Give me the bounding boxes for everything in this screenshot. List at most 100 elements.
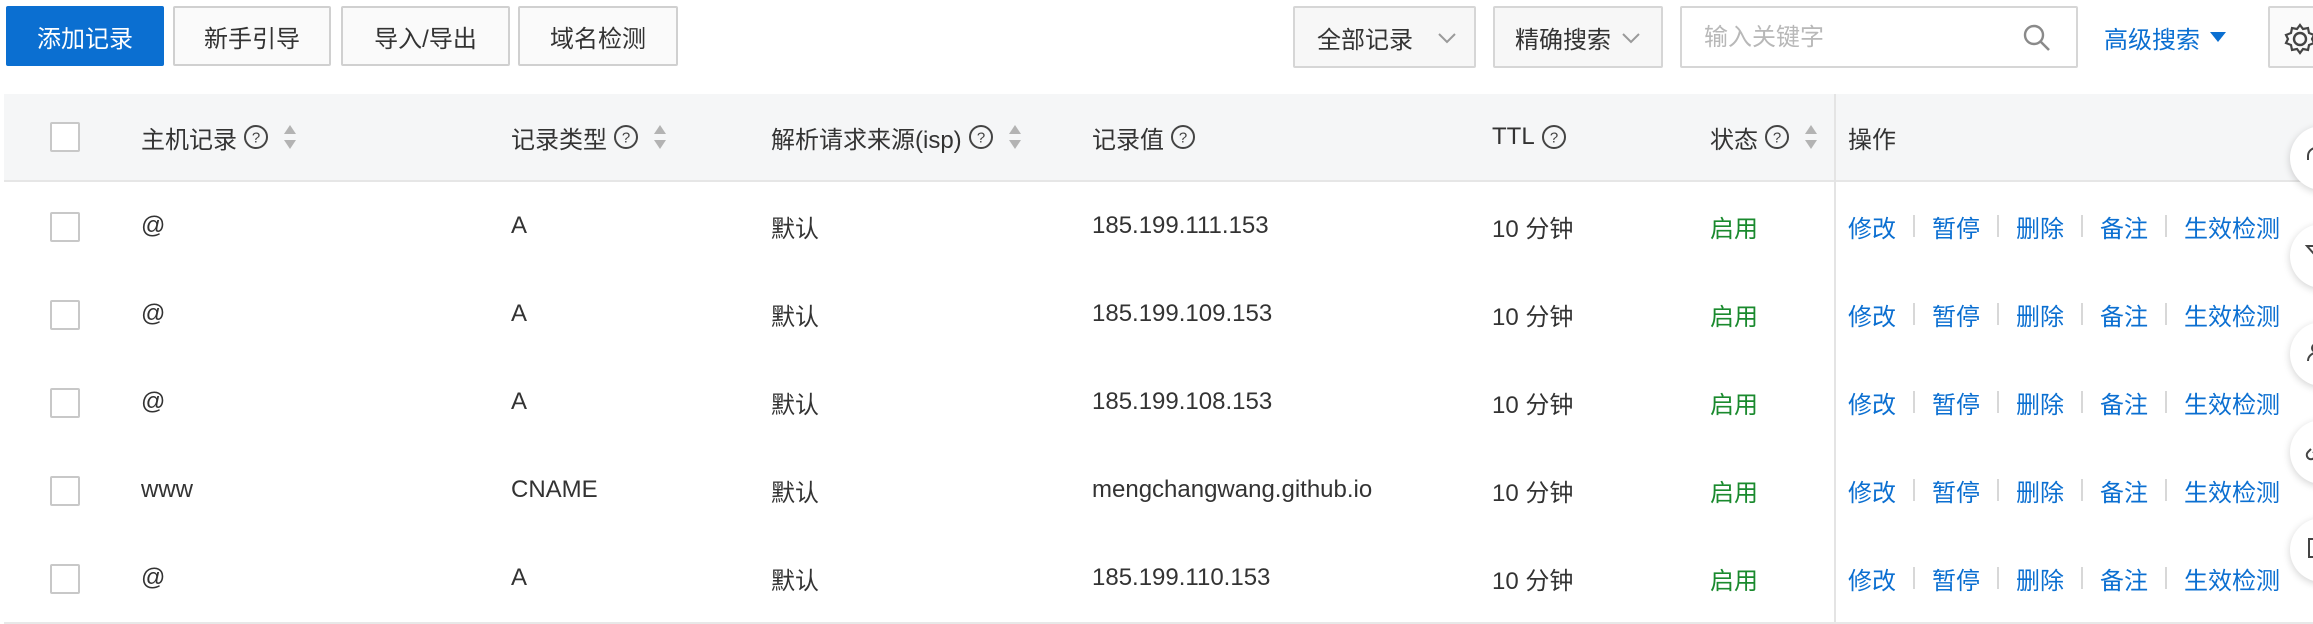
pause-link[interactable]: 暂停 [1932, 385, 1980, 420]
cell-isp: 默认 [771, 303, 819, 331]
cell-value: 185.199.108.153 [1092, 388, 1273, 415]
cell-isp: 默认 [771, 567, 819, 595]
pause-link[interactable]: 暂停 [1932, 561, 1980, 596]
float-filter-button[interactable] [2290, 224, 2313, 288]
row-checkbox[interactable] [50, 388, 80, 418]
row-actions: 修改 暂停 删除 备注 生效检测 [1848, 534, 2280, 622]
search-input[interactable] [1702, 18, 2006, 58]
float-link-button[interactable] [2290, 420, 2313, 484]
guide-button[interactable]: 新手引导 [173, 6, 331, 66]
effect-check-link[interactable]: 生效检测 [2184, 561, 2280, 596]
row-actions: 修改 暂停 删除 备注 生效检测 [1848, 358, 2280, 446]
sort-icon[interactable] [1802, 122, 1820, 152]
search-box [1680, 6, 2078, 68]
cell-isp: 默认 [771, 215, 819, 243]
pause-link[interactable]: 暂停 [1932, 209, 1980, 244]
record-filter-value: 全部记录 [1317, 26, 1413, 54]
delete-link[interactable]: 删除 [2016, 561, 2064, 596]
search-mode-select[interactable]: 精确搜索 [1493, 6, 1663, 68]
effect-check-link[interactable]: 生效检测 [2184, 473, 2280, 508]
advanced-search-link[interactable]: 高级搜索 [2104, 6, 2226, 68]
effect-check-link[interactable]: 生效检测 [2184, 209, 2280, 244]
cell-type: CNAME [511, 476, 598, 503]
edit-link[interactable]: 修改 [1848, 209, 1896, 244]
help-circle-icon[interactable]: ? [613, 124, 639, 150]
domain-check-label: 域名检测 [550, 25, 646, 53]
float-doc-button[interactable] [2290, 518, 2313, 582]
edit-link[interactable]: 修改 [1848, 297, 1896, 332]
row-actions: 修改 暂停 删除 备注 生效检测 [1848, 270, 2280, 358]
effect-check-link[interactable]: 生效检测 [2184, 297, 2280, 332]
edit-link[interactable]: 修改 [1848, 561, 1896, 596]
cell-ttl: 10 分钟 [1492, 567, 1574, 595]
cell-type: A [511, 300, 528, 327]
column-header-type: 记录类型 ? [511, 94, 669, 180]
delete-link[interactable]: 删除 [2016, 473, 2064, 508]
sort-icon[interactable] [1006, 122, 1024, 152]
cell-ttl: 10 分钟 [1492, 215, 1574, 243]
delete-link[interactable]: 删除 [2016, 297, 2064, 332]
search-mode-value: 精确搜索 [1515, 26, 1611, 54]
column-header-status: 状态 ? [1710, 94, 1820, 180]
delete-link[interactable]: 删除 [2016, 385, 2064, 420]
fixed-column-divider [1834, 94, 1836, 622]
settings-button[interactable] [2268, 6, 2313, 68]
cell-status: 启用 [1710, 567, 1758, 595]
cell-type: A [511, 212, 528, 239]
cell-host: @ [141, 388, 166, 415]
float-headset-button[interactable] [2290, 126, 2313, 190]
delete-link[interactable]: 删除 [2016, 209, 2064, 244]
gear-icon [2284, 23, 2313, 55]
remark-link[interactable]: 备注 [2100, 209, 2148, 244]
cell-type: A [511, 564, 528, 591]
cell-status: 启用 [1710, 303, 1758, 331]
search-icon[interactable] [2022, 23, 2052, 53]
row-checkbox[interactable] [50, 300, 80, 330]
divider [1997, 391, 1999, 413]
help-circle-icon[interactable]: ? [243, 124, 269, 150]
help-circle-icon[interactable]: ? [1541, 124, 1567, 150]
header-ttl-label: TTL [1492, 123, 1535, 150]
edit-link[interactable]: 修改 [1848, 473, 1896, 508]
row-checkbox[interactable] [50, 212, 80, 242]
domain-check-button[interactable]: 域名检测 [518, 6, 678, 66]
help-circle-icon[interactable]: ? [1170, 124, 1196, 150]
help-circle-icon[interactable]: ? [968, 124, 994, 150]
divider [1997, 567, 1999, 589]
table-row: @ A 默认 185.199.109.153 10 分钟 启用 修改 暂停 删除… [4, 270, 2313, 360]
cell-host: www [141, 476, 193, 503]
table-header: 主机记录 ? 记录类型 ? 解析请求来源(isp) ? 记录值 ? TTL ? … [4, 94, 2313, 182]
remark-link[interactable]: 备注 [2100, 473, 2148, 508]
import-export-button[interactable]: 导入/导出 [341, 6, 510, 66]
guide-label: 新手引导 [204, 25, 300, 53]
svg-text:?: ? [977, 130, 985, 147]
cell-status: 启用 [1710, 479, 1758, 507]
remark-link[interactable]: 备注 [2100, 561, 2148, 596]
help-circle-icon[interactable]: ? [1764, 124, 1790, 150]
effect-check-link[interactable]: 生效检测 [2184, 385, 2280, 420]
divider [2081, 567, 2083, 589]
sort-icon[interactable] [281, 122, 299, 152]
row-checkbox[interactable] [50, 564, 80, 594]
float-user-button[interactable] [2290, 322, 2313, 386]
edit-link[interactable]: 修改 [1848, 385, 1896, 420]
remark-link[interactable]: 备注 [2100, 385, 2148, 420]
pause-link[interactable]: 暂停 [1932, 297, 1980, 332]
sort-icon[interactable] [651, 122, 669, 152]
table-row: @ A 默认 185.199.110.153 10 分钟 启用 修改 暂停 删除… [4, 534, 2313, 624]
row-checkbox[interactable] [50, 476, 80, 506]
pause-link[interactable]: 暂停 [1932, 473, 1980, 508]
divider [2081, 479, 2083, 501]
chevron-down-icon [1622, 33, 1640, 44]
cell-host: @ [141, 564, 166, 591]
remark-link[interactable]: 备注 [2100, 297, 2148, 332]
divider [1913, 215, 1915, 237]
record-filter-select[interactable]: 全部记录 [1293, 6, 1476, 68]
user-icon [2307, 344, 2313, 362]
header-value-label: 记录值 [1092, 126, 1164, 154]
select-all-checkbox[interactable] [50, 122, 80, 152]
add-record-button[interactable]: 添加记录 [6, 6, 164, 66]
cell-value: mengchangwang.github.io [1092, 476, 1373, 503]
divider [1997, 215, 1999, 237]
svg-text:?: ? [1179, 130, 1187, 147]
